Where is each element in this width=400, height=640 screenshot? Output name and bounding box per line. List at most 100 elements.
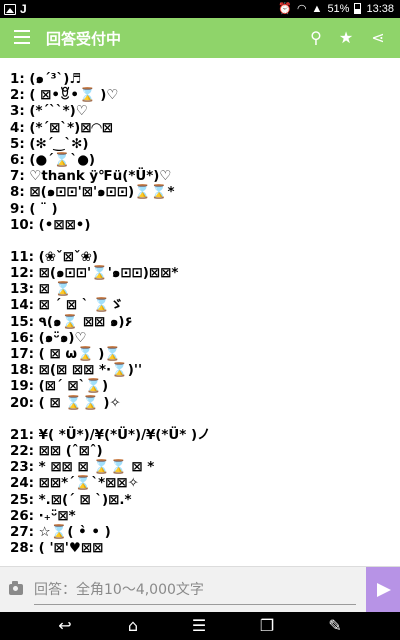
answer-number: 10: (10, 217, 34, 233)
star-icon[interactable]: ★ (334, 26, 358, 50)
edit-icon[interactable]: ✎ (322, 616, 348, 636)
clock: 13:38 (366, 2, 394, 15)
answer-number: 26: (10, 508, 34, 524)
answer-row: 15: ٩(๑⌛ ⊠⊠ ๑)۶ (10, 315, 400, 331)
answer-text: (❀ˇ⊠ˇ❀) (38, 249, 98, 265)
answer-text: ( ¨ ) (29, 201, 58, 217)
answer-number: 6: (10, 152, 25, 168)
answer-row: 13: ⊠ ⌛ (10, 282, 400, 298)
answer-row: 3: (*´``*)♡ (10, 104, 400, 120)
answer-text: ⊠(⊠ ⊠⊠ *·⌛)'' (38, 363, 143, 379)
answer-text: ⊠ ´ ⊠ ` ⌛ゞ (38, 298, 124, 314)
answer-text: ( '⊠'♥⊠⊠ (38, 541, 104, 557)
menu-icon[interactable]: ☰ (186, 616, 212, 636)
answer-text: (●´⌛`●) (29, 152, 96, 168)
answer-row: 2: ( ⊠•ꆚ•⌛ )♡ (10, 88, 400, 104)
answer-text: ⊠⊠*´⌛`*⊠⊠✧ (38, 476, 139, 492)
answer-number: 25: (10, 492, 34, 508)
answer-text: (๑ᵕ̈๑)♡ (38, 330, 87, 346)
answer-number: 9: (10, 201, 25, 217)
answer-text: ⊠⊠ (ˆ⊠ˆ) (38, 443, 103, 459)
answer-input[interactable] (34, 575, 356, 605)
answer-number: 19: (10, 379, 34, 395)
answer-number: 8: (10, 185, 25, 201)
answer-row: 20: ( ⊠ ⌛⌛ )✧ (10, 396, 400, 412)
camera-icon[interactable] (9, 581, 23, 595)
group-gap (10, 234, 400, 250)
back-icon[interactable]: ↩ (52, 616, 78, 636)
app-bar: 回答受付中 ⚲ ★ ⋖ (0, 18, 400, 58)
answer-text: ( ⊠ ⌛⌛ )✧ (38, 395, 121, 411)
answer-text: ٩(๑⌛ ⊠⊠ ๑)۶ (38, 314, 133, 330)
answer-number: 21: (10, 427, 34, 443)
answer-row: 25: *.⊠(ˊ ⊠ ˋ)⊠.* (10, 493, 400, 509)
answer-number: 12: (10, 266, 34, 282)
answer-number: 24: (10, 476, 34, 492)
answer-input-bar (0, 566, 400, 613)
answer-row: 5: (✻´‿`✻) (10, 137, 400, 153)
answer-text: ⊠ ⌛ (38, 282, 72, 298)
page-title: 回答受付中 (46, 30, 122, 48)
answer-number: 23: (10, 460, 34, 476)
answer-row: 10: (•⊠⊠•) (10, 218, 400, 234)
answer-number: 7: (10, 169, 25, 185)
answer-row: 19: (⊠´ ⊠`⌛) (10, 379, 400, 395)
carrier-letter: J (20, 2, 27, 16)
answer-text: ¥( *Ü*)/¥(*Ü*)/¥(*Ü* )ノ (38, 427, 211, 443)
answer-row: 6: (●´⌛`●) (10, 153, 400, 169)
answer-text: ( ⊠ ω⌛ )⌛ (38, 347, 122, 362)
share-icon[interactable]: ⋖ (366, 26, 390, 50)
answer-number: 13: (10, 282, 34, 298)
answer-row: 26: ·₊ᵕ̈⊠* (10, 509, 400, 525)
answer-number: 27: (10, 524, 34, 540)
signal-icon: ▲ (311, 2, 323, 15)
answer-row: 28: ( '⊠'♥⊠⊠ (10, 541, 400, 557)
answer-row: 12: ⊠(๑⊡⊡'⌛'๑⊡⊡)⊠⊠* (10, 266, 400, 282)
group-gap (10, 412, 400, 428)
answer-text: ( ⊠•ꆚ•⌛ )♡ (29, 88, 119, 104)
wifi-icon: ◠ (296, 3, 307, 15)
home-icon[interactable]: ⌂ (120, 616, 146, 636)
answer-row: 27: ☆⌛( •̀ • ) (10, 525, 400, 541)
answer-number: 22: (10, 443, 34, 459)
search-icon[interactable]: ⚲ (304, 26, 328, 50)
answer-text: (✻´‿`✻) (29, 136, 89, 152)
answer-text: (*´``*)♡ (29, 104, 88, 120)
answer-number: 16: (10, 330, 34, 346)
answer-number: 28: (10, 541, 34, 557)
answer-text: ·₊ᵕ̈⊠* (38, 508, 76, 524)
answer-number: 18: (10, 363, 34, 379)
recent-apps-icon[interactable]: ❐ (254, 616, 280, 636)
answer-text: *.⊠(ˊ ⊠ ˋ)⊠.* (38, 492, 132, 508)
answer-row: 8: ⊠(๑⊡⊡'⊠'๑⊡⊡)⌛⌛* (10, 185, 400, 201)
answer-text: (*´⊠`*)⊠◠⊠ (29, 120, 113, 136)
answer-text: ♡thank ÿ℉ü(*Ü*)♡ (29, 169, 172, 185)
send-icon[interactable] (366, 567, 400, 613)
answer-text: ☆⌛( •̀ • ) (38, 524, 111, 540)
battery-icon (354, 3, 362, 14)
menu-icon[interactable] (14, 30, 30, 44)
answer-row: 24: ⊠⊠*´⌛`*⊠⊠✧ (10, 476, 400, 492)
answer-group: 11: (❀ˇ⊠ˇ❀) 12: ⊠(๑⊡⊡'⌛'๑⊡⊡)⊠⊠* 13: ⊠ ⌛ 14:… (10, 250, 400, 412)
answer-row: 4: (*´⊠`*)⊠◠⊠ (10, 121, 400, 137)
answer-row: 21: ¥( *Ü*)/¥(*Ü*)/¥(*Ü* )ノ (10, 428, 400, 444)
answer-text: (⊠´ ⊠`⌛) (38, 379, 109, 395)
answer-number: 14: (10, 298, 34, 314)
answer-row: 18: ⊠(⊠ ⊠⊠ *·⌛)'' (10, 363, 400, 379)
answer-number: 17: (10, 347, 34, 362)
answer-number: 2: (10, 88, 25, 104)
answer-text: ⊠(๑⊡⊡'⊠'๑⊡⊡)⌛⌛* (29, 185, 175, 201)
answer-group: 21: ¥( *Ü*)/¥(*Ü*)/¥(*Ü* )ノ 22: ⊠⊠ (ˆ⊠ˆ) 2… (10, 428, 400, 558)
answer-number: 5: (10, 136, 25, 152)
answer-number: 3: (10, 104, 25, 120)
answer-row: 9: ( ¨ ) (10, 202, 400, 218)
answer-row: 22: ⊠⊠ (ˆ⊠ˆ) (10, 444, 400, 460)
answer-text: ⊠(๑⊡⊡'⌛'๑⊡⊡)⊠⊠* (38, 266, 179, 282)
answer-number: 20: (10, 395, 34, 411)
image-icon (4, 3, 16, 15)
navigation-bar: ↩ ⌂ ☰ ❐ ✎ (0, 612, 400, 640)
answer-list: 1: (๑ˊ³ˋ)♬ 2: ( ⊠•ꆚ•⌛ )♡ 3: (*´``*)♡ 4: (*´… (0, 58, 400, 566)
answer-row: 11: (❀ˇ⊠ˇ❀) (10, 250, 400, 266)
answer-number: 11: (10, 249, 34, 265)
answer-text: (๑ˊ³ˋ)♬ (29, 72, 82, 87)
